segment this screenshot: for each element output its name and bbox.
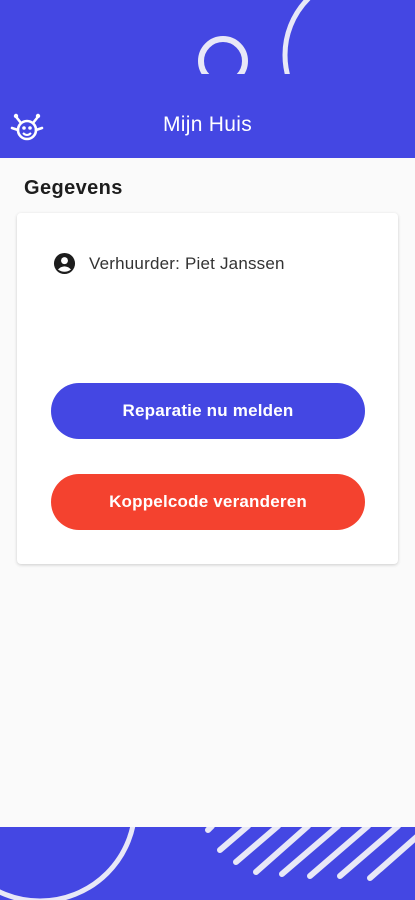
landlord-label: Verhuurder: Piet Janssen <box>89 254 285 273</box>
bottom-decorative-background <box>0 826 415 900</box>
decorative-lines <box>0 826 415 900</box>
page-title: Mijn Huis <box>162 113 253 136</box>
section-title: Gegevens <box>24 177 123 199</box>
report-repair-button[interactable]: Reparatie nu melden <box>51 383 365 439</box>
account-circle-icon <box>53 252 76 275</box>
change-pairing-code-button[interactable]: Koppelcode veranderen <box>51 474 365 530</box>
decorative-circles <box>198 0 311 80</box>
top-decorative-background <box>0 0 415 80</box>
